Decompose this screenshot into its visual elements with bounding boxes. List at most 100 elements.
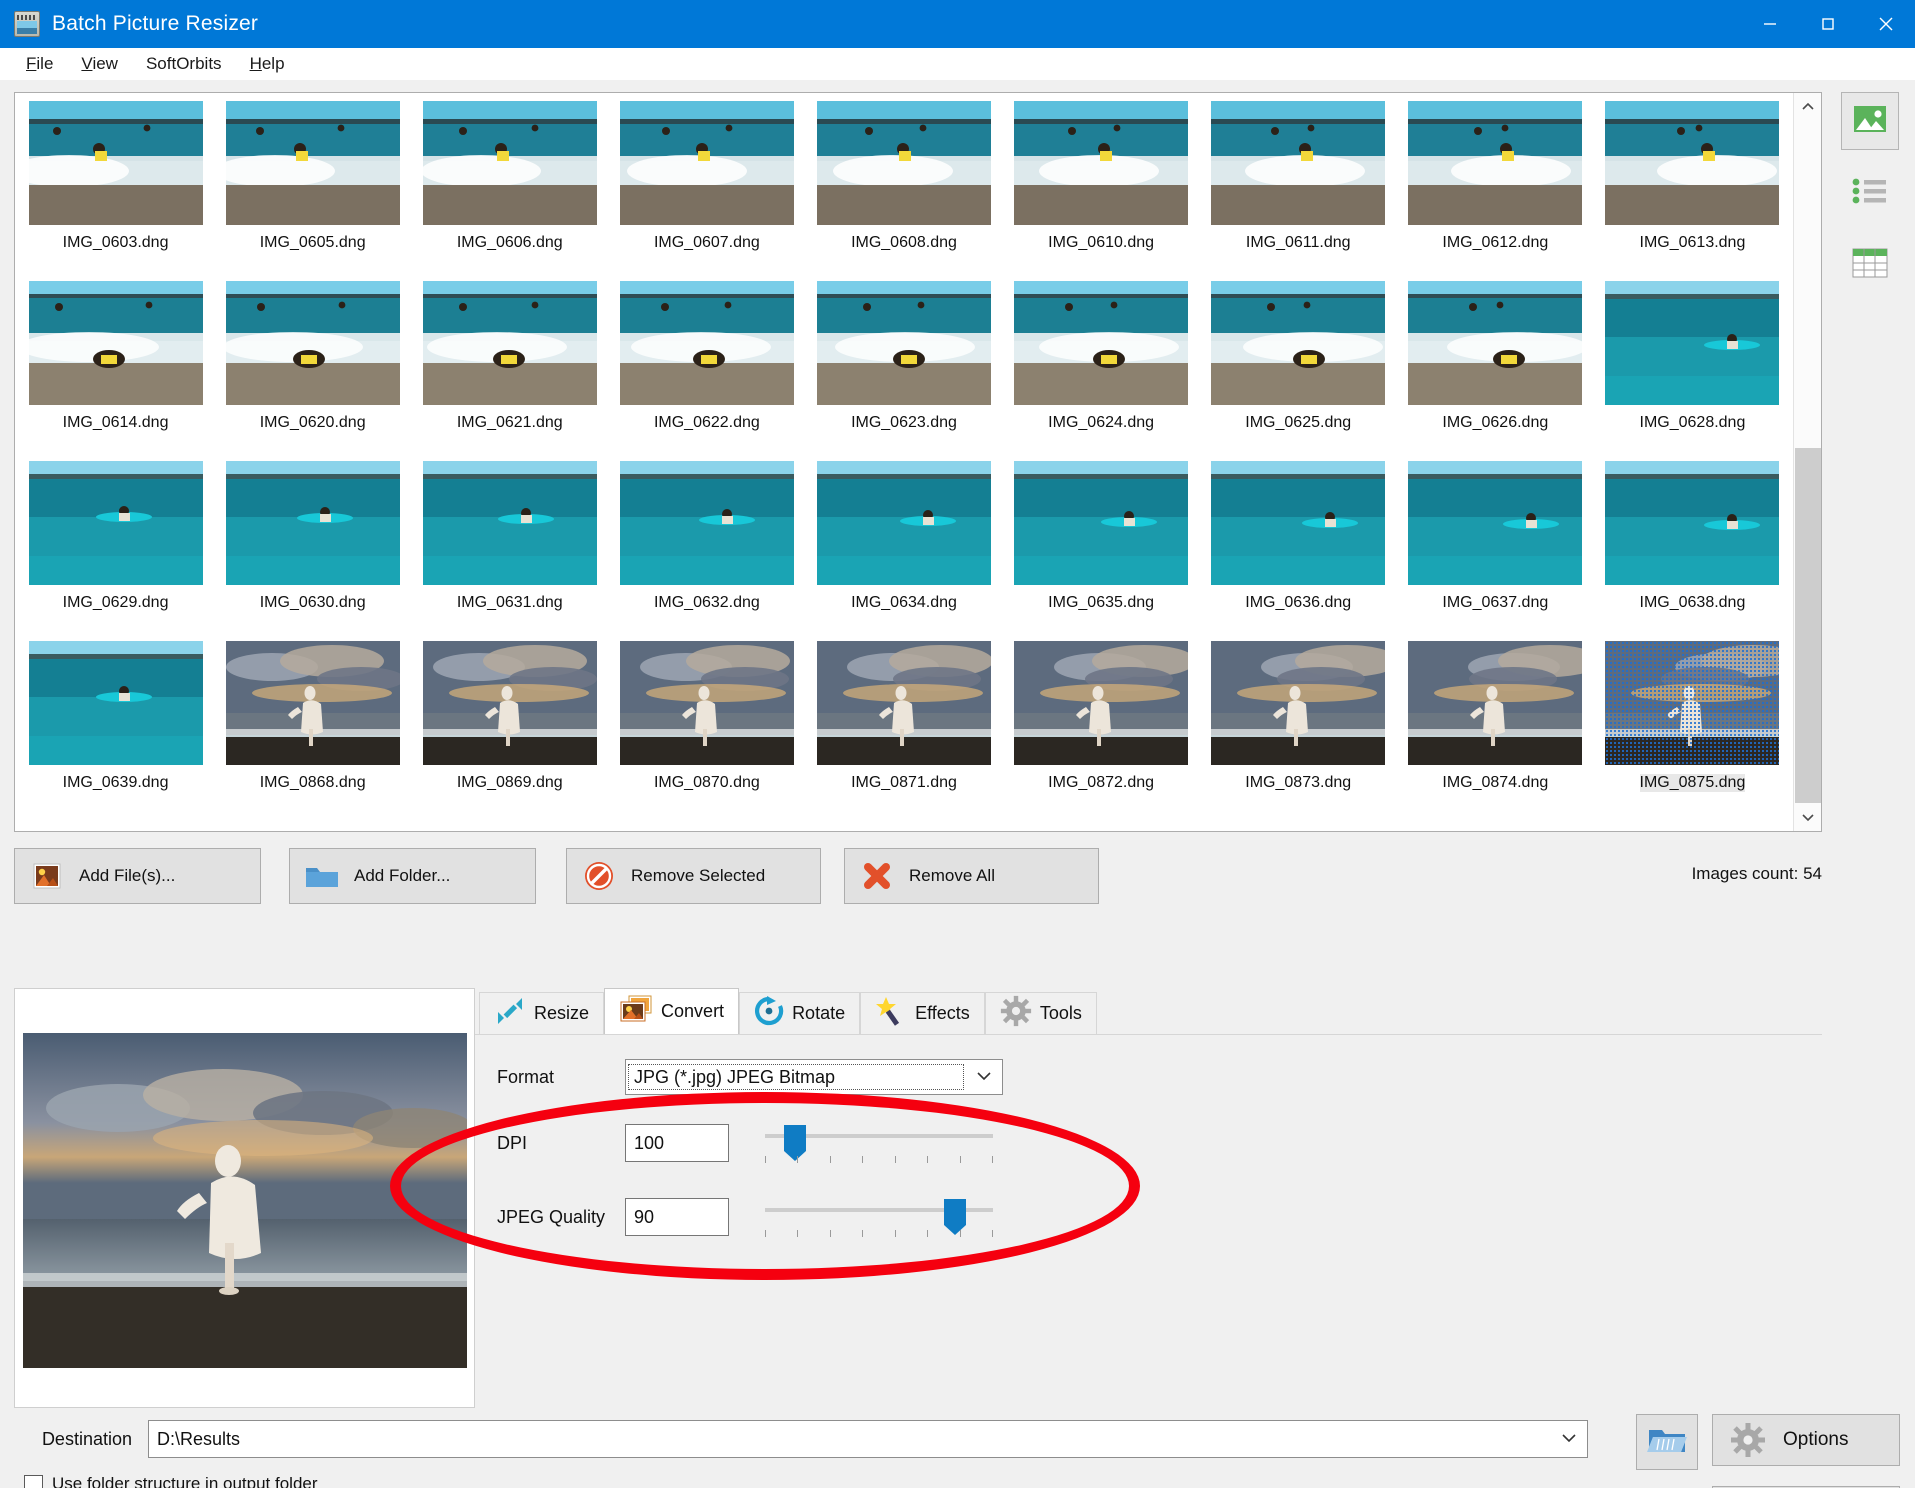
tab-effects[interactable]: Effects: [860, 992, 985, 1034]
thumbnail-item[interactable]: IMG_0870.dng: [608, 637, 805, 817]
remove-selected-button[interactable]: Remove Selected: [566, 848, 821, 904]
thumbnail-item[interactable]: IMG_0871.dng: [805, 637, 1002, 817]
thumbnail-item[interactable]: IMG_0872.dng: [1003, 637, 1200, 817]
dpi-slider-handle[interactable]: [784, 1125, 806, 1161]
jpeg-quality-input[interactable]: 90: [625, 1198, 729, 1236]
thumbnail-item[interactable]: IMG_0620.dng: [214, 277, 411, 457]
thumbnail-item[interactable]: IMG_0634.dng: [805, 457, 1002, 637]
thumbnail-item[interactable]: IMG_0626.dng: [1397, 277, 1594, 457]
close-button[interactable]: [1857, 0, 1915, 48]
thumbnail-image: [816, 461, 991, 585]
thumbnail-item[interactable]: IMG_0868.dng: [214, 637, 411, 817]
add-files-label: Add File(s)...: [79, 866, 176, 885]
gear-icon: [1713, 1422, 1783, 1458]
thumbnail-item[interactable]: IMG_0631.dng: [411, 457, 608, 637]
app-window-icon: [14, 11, 40, 37]
convert-images-icon: [619, 994, 653, 1029]
thumbnail-filename: IMG_0631.dng: [456, 594, 563, 611]
settings-tab-strip[interactable]: Resize Convert Rotate Effects Tools: [475, 988, 1822, 1034]
destination-label: Destination: [41, 1428, 132, 1449]
thumbnail-item[interactable]: IMG_0605.dng: [214, 97, 411, 277]
maximize-button[interactable]: [1799, 0, 1857, 48]
dpi-slider[interactable]: [765, 1124, 993, 1163]
thumbnail-item[interactable]: IMG_0607.dng: [608, 97, 805, 277]
jpeg-quality-slider[interactable]: [765, 1198, 993, 1237]
thumbnail-item[interactable]: IMG_0874.dng: [1397, 637, 1594, 817]
use-folder-structure-checkbox[interactable]: [24, 1474, 43, 1488]
use-folder-structure-row[interactable]: Use folder structure in output folder: [24, 1474, 318, 1488]
remove-all-button[interactable]: Remove All: [844, 848, 1099, 904]
thumbnail-item[interactable]: IMG_0622.dng: [608, 277, 805, 457]
menu-item-view[interactable]: View: [67, 51, 132, 77]
tab-resize[interactable]: Resize: [479, 992, 605, 1034]
list-view-button[interactable]: [1841, 164, 1899, 222]
thumbnail-image: [1408, 461, 1583, 585]
thumbnail-item[interactable]: IMG_0635.dng: [1003, 457, 1200, 637]
tab-convert[interactable]: Convert: [604, 988, 740, 1034]
scrollbar-thumb[interactable]: [1795, 448, 1821, 803]
thumbnail-item[interactable]: IMG_0869.dng: [411, 637, 608, 817]
chevron-down-icon[interactable]: [1561, 1430, 1577, 1448]
thumbnail-item[interactable]: IMG_0611.dng: [1200, 97, 1397, 277]
thumbnail-item[interactable]: IMG_0637.dng: [1397, 457, 1594, 637]
resize-arrow-icon: [494, 996, 526, 1031]
tab-rotate[interactable]: Rotate: [739, 992, 861, 1034]
thumbnail-item[interactable]: IMG_0623.dng: [805, 277, 1002, 457]
thumbnail-item[interactable]: IMG_0613.dng: [1594, 97, 1791, 277]
thumbnail-filename: IMG_0870.dng: [653, 774, 760, 791]
thumbnail-image: [1014, 281, 1189, 405]
dpi-input[interactable]: 100: [625, 1124, 729, 1162]
thumbnail-item[interactable]: IMG_0614.dng: [17, 277, 214, 457]
thumbnail-item[interactable]: IMG_0606.dng: [411, 97, 608, 277]
thumbnail-item[interactable]: IMG_0621.dng: [411, 277, 608, 457]
thumbnail-item[interactable]: IMG_0632.dng: [608, 457, 805, 637]
thumbnail-item[interactable]: IMG_0629.dng: [17, 457, 214, 637]
thumbnail-filename: IMG_0869.dng: [456, 774, 563, 791]
scroll-down-arrow-icon[interactable]: [1794, 803, 1821, 831]
thumbnail-filename: IMG_0871.dng: [851, 774, 957, 791]
thumbnail-filename: IMG_0608.dng: [851, 234, 957, 251]
add-folder-button[interactable]: Add Folder...: [289, 848, 536, 904]
table-view-button[interactable]: [1841, 236, 1899, 294]
thumbnail-scrollbar[interactable]: [1793, 93, 1821, 831]
thumbnails-view-button[interactable]: [1841, 92, 1899, 150]
picture-icon: [15, 861, 79, 891]
thumbnail-image: [1408, 101, 1583, 225]
scroll-up-arrow-icon[interactable]: [1794, 93, 1821, 121]
thumbnail-item[interactable]: IMG_0625.dng: [1200, 277, 1397, 457]
dpi-row: DPI 100: [475, 1121, 1822, 1165]
thumbnail-image: [1408, 641, 1583, 765]
thumbnail-item[interactable]: IMG_0624.dng: [1003, 277, 1200, 457]
thumbnail-filename: IMG_0638.dng: [1639, 594, 1746, 611]
thumbnail-item[interactable]: IMG_0608.dng: [805, 97, 1002, 277]
menu-bar: File View SoftOrbits Help: [0, 48, 1915, 80]
tab-tools[interactable]: Tools: [984, 992, 1097, 1034]
minimize-button[interactable]: [1741, 0, 1799, 48]
thumbnail-grid[interactable]: IMG_0603.dng IMG_0605.dng IMG_0606.dng I…: [15, 93, 1793, 831]
thumbnail-item[interactable]: IMG_0875.dng: [1594, 637, 1791, 817]
thumbnail-item[interactable]: IMG_0610.dng: [1003, 97, 1200, 277]
thumbnail-item[interactable]: IMG_0873.dng: [1200, 637, 1397, 817]
thumbnail-item[interactable]: IMG_0638.dng: [1594, 457, 1791, 637]
menu-item-help[interactable]: Help: [236, 51, 299, 77]
thumbnail-list-panel[interactable]: IMG_0603.dng IMG_0605.dng IMG_0606.dng I…: [14, 92, 1822, 832]
thumbnail-image: [28, 101, 203, 225]
format-dropdown[interactable]: JPG (*.jpg) JPEG Bitmap: [625, 1059, 1003, 1095]
thumbnail-item[interactable]: IMG_0639.dng: [17, 637, 214, 817]
destination-input[interactable]: D:\Results: [148, 1420, 1588, 1458]
add-files-button[interactable]: Add File(s)...: [14, 848, 261, 904]
thumbnail-filename: IMG_0624.dng: [1048, 414, 1155, 431]
chevron-down-icon: [976, 1068, 992, 1086]
thumbnail-filename: IMG_0637.dng: [1442, 594, 1549, 611]
thumbnail-item[interactable]: IMG_0628.dng: [1594, 277, 1791, 457]
thumbnail-item[interactable]: IMG_0630.dng: [214, 457, 411, 637]
menu-item-softorbits[interactable]: SoftOrbits: [132, 51, 236, 77]
thumbnail-item[interactable]: IMG_0603.dng: [17, 97, 214, 277]
browse-destination-button[interactable]: [1636, 1414, 1698, 1470]
thumbnail-item[interactable]: IMG_0612.dng: [1397, 97, 1594, 277]
jpeg-quality-slider-handle[interactable]: [944, 1199, 966, 1235]
options-button[interactable]: Options: [1712, 1414, 1900, 1466]
view-mode-rail[interactable]: [1841, 92, 1903, 308]
menu-item-file[interactable]: File: [12, 51, 67, 77]
thumbnail-item[interactable]: IMG_0636.dng: [1200, 457, 1397, 637]
